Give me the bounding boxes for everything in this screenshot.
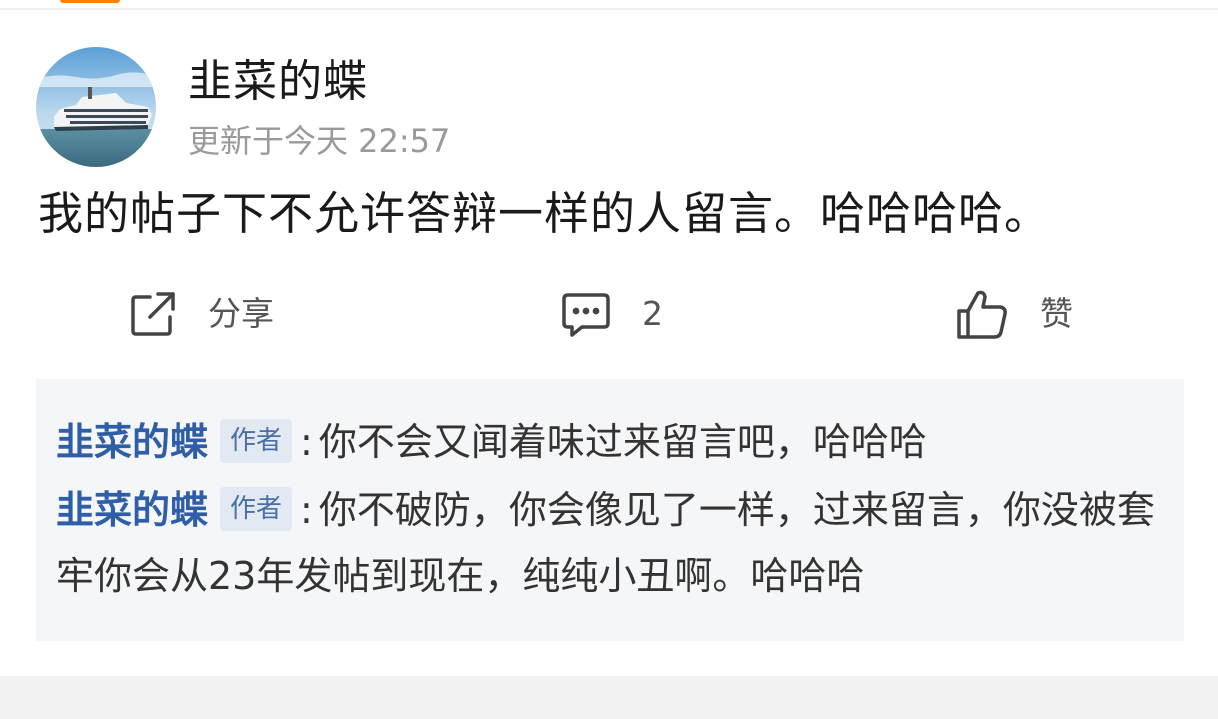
comment-button[interactable]: 2	[560, 284, 663, 344]
avatar-image	[36, 47, 156, 167]
share-button[interactable]: 分享	[128, 284, 274, 344]
comment-separator: :	[300, 488, 313, 532]
comment-icon	[560, 289, 612, 339]
post-timestamp: 更新于今天 22:57	[188, 122, 451, 160]
comment-author[interactable]: 韭菜的蝶	[56, 420, 208, 464]
author-badge: 作者	[220, 419, 293, 463]
comment-separator: :	[300, 420, 313, 464]
author-badge: 作者	[220, 487, 293, 531]
like-label: 赞	[1040, 294, 1073, 333]
top-tab-indicator	[60, 0, 120, 3]
thumbs-up-icon	[954, 287, 1010, 341]
comments-panel[interactable]: 韭菜的蝶 作者: 你不会又闻着味过来留言吧，哈哈哈 韭菜的蝶 作者: 你不破防，你会像见…	[36, 379, 1184, 641]
bottom-separator	[0, 676, 1218, 719]
comment-item[interactable]: 韭菜的蝶 作者: 你不会又闻着味过来留言吧，哈哈哈	[56, 409, 1156, 475]
comment-text: 你不会又闻着味过来留言吧，哈哈哈	[318, 420, 927, 464]
top-divider	[0, 8, 1218, 10]
avatar[interactable]	[36, 47, 156, 167]
post-content: 我的帖子下不允许答辩一样的人留言。哈哈哈哈。	[38, 187, 1051, 240]
share-label: 分享	[208, 294, 274, 333]
comment-author[interactable]: 韭菜的蝶	[56, 488, 208, 532]
post-username[interactable]: 韭菜的蝶	[188, 54, 368, 110]
share-icon	[128, 289, 178, 339]
comment-item[interactable]: 韭菜的蝶 作者: 你不破防，你会像见了一样，过来留言，你没被套牢你会从23年发帖到现…	[56, 477, 1156, 609]
like-button[interactable]: 赞	[954, 284, 1073, 344]
comment-count: 2	[642, 294, 663, 333]
